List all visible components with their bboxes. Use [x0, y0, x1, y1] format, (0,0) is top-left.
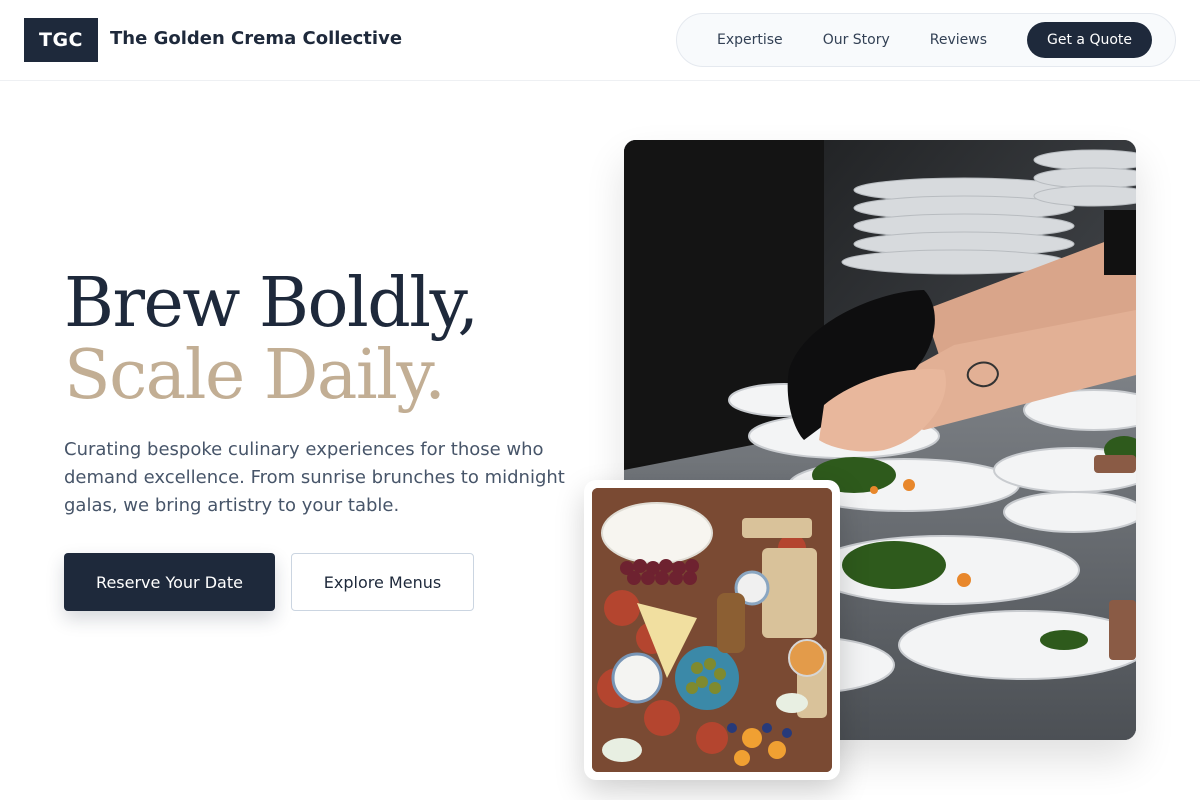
headline-line-2: Scale Daily.: [64, 336, 446, 415]
site-header: TGC The Golden Crema Collective Expertis…: [0, 0, 1200, 81]
get-a-quote-button[interactable]: Get a Quote: [1027, 22, 1153, 58]
logo[interactable]: TGC: [24, 18, 98, 62]
nav-link-expertise[interactable]: Expertise: [697, 32, 803, 48]
charcuterie-board-photo: [584, 480, 840, 780]
reserve-date-button[interactable]: Reserve Your Date: [64, 553, 275, 611]
nav-link-our-story[interactable]: Our Story: [803, 32, 910, 48]
headline-line-1: Brew Boldly,: [64, 264, 479, 343]
brand-name[interactable]: The Golden Crema Collective: [110, 28, 402, 49]
explore-menus-button[interactable]: Explore Menus: [291, 553, 474, 611]
hero-headline: Brew Boldly, Scale Daily.: [64, 264, 479, 415]
nav-link-reviews[interactable]: Reviews: [910, 32, 1007, 48]
main-nav: Expertise Our Story Reviews Get a Quote: [676, 13, 1176, 67]
hero-description: Curating bespoke culinary experiences fo…: [64, 439, 565, 516]
